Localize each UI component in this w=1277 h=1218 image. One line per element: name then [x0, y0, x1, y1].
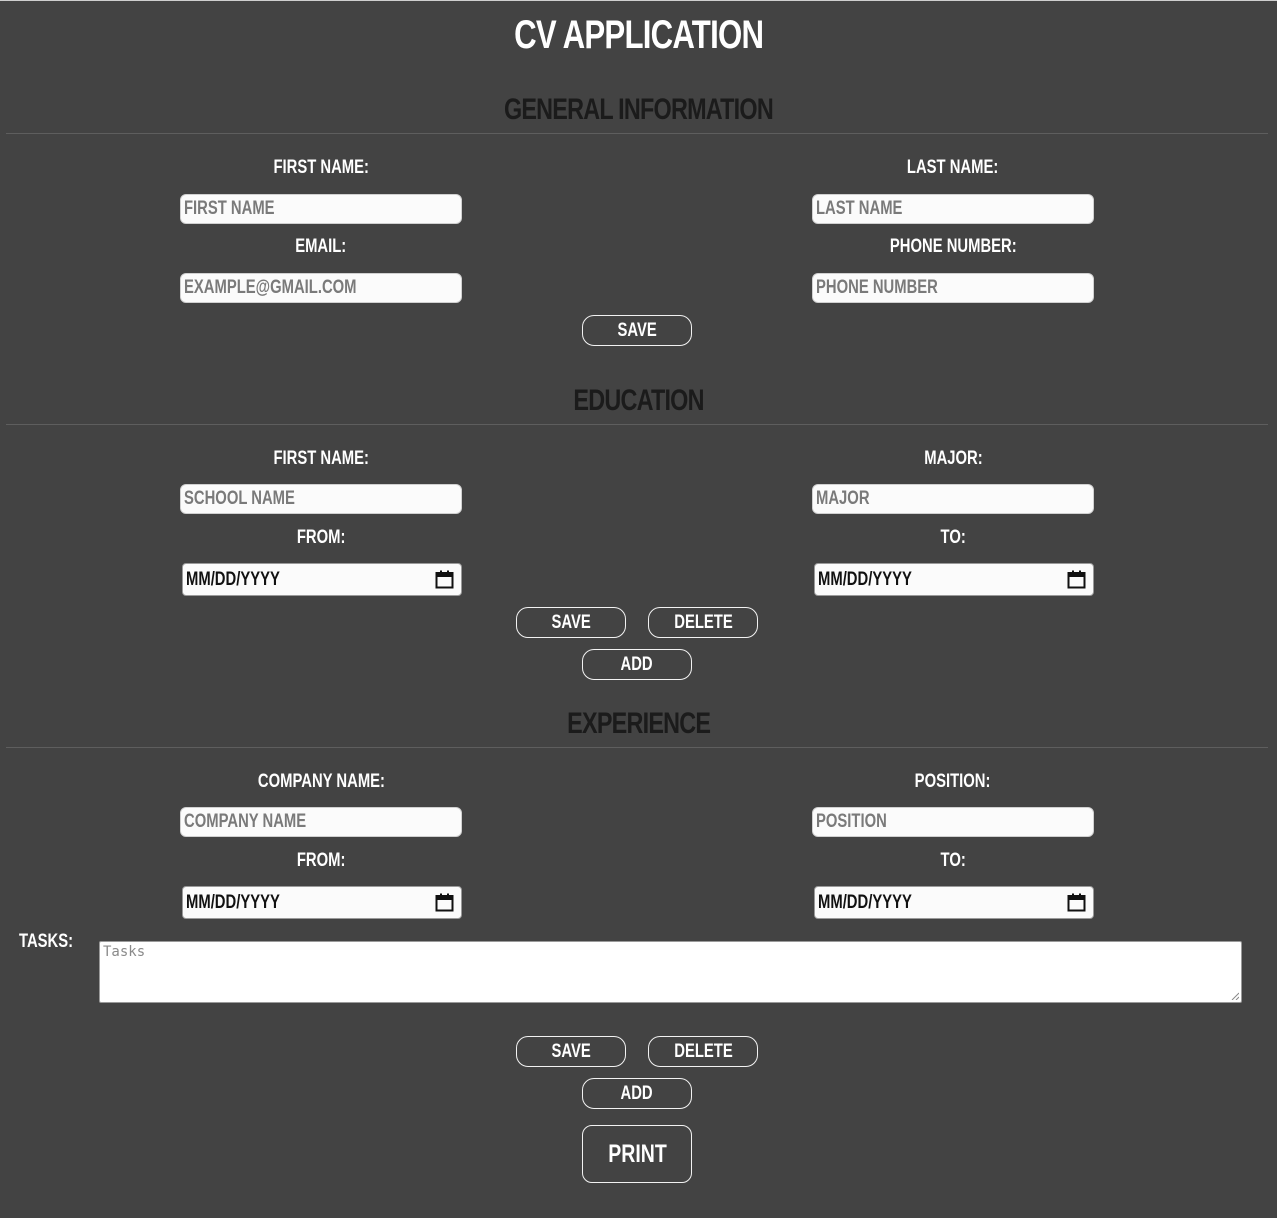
phone-input[interactable]: PHONE NUMBER	[812, 273, 1094, 303]
company-name-input[interactable]: COMPANY NAME	[180, 807, 462, 837]
phone-label: PHONE NUMBER:	[889, 236, 1017, 257]
calendar-icon[interactable]	[1067, 570, 1086, 589]
experience-section-title: EXPERIENCE	[566, 707, 711, 740]
calendar-icon[interactable]	[435, 570, 454, 589]
first-name-label: FIRST NAME:	[273, 157, 369, 178]
education-to-label: TO:	[940, 527, 966, 548]
general-section-title: GENERAL INFORMATION	[503, 93, 774, 126]
general-divider	[6, 133, 1268, 134]
education-to-date-input[interactable]: MM/DD/YYYY	[814, 563, 1094, 596]
education-section-title: EDUCATION	[573, 384, 704, 417]
education-add-button[interactable]: ADD	[582, 649, 692, 680]
education-delete-button[interactable]: DELETE	[648, 607, 758, 638]
experience-delete-button[interactable]: DELETE	[648, 1036, 758, 1067]
tasks-placeholder: Tasks	[103, 944, 146, 960]
experience-to-label: TO:	[940, 850, 966, 871]
school-name-input[interactable]: SCHOOL NAME	[180, 484, 462, 514]
major-input[interactable]: MAJOR	[812, 484, 1094, 514]
experience-save-button[interactable]: SAVE	[516, 1036, 626, 1067]
experience-to-date-input[interactable]: MM/DD/YYYY	[814, 886, 1094, 919]
education-from-date-input[interactable]: MM/DD/YYYY	[182, 563, 462, 596]
position-label: POSITION:	[915, 771, 991, 792]
last-name-label: LAST NAME:	[907, 157, 999, 178]
education-save-button[interactable]: SAVE	[516, 607, 626, 638]
experience-add-button[interactable]: ADD	[582, 1078, 692, 1109]
print-button[interactable]: PRINT	[582, 1125, 692, 1183]
last-name-input[interactable]: LAST NAME	[812, 194, 1094, 224]
calendar-icon[interactable]	[1067, 893, 1086, 912]
email-label: EMAIL:	[295, 236, 347, 257]
tasks-textarea[interactable]: Tasks	[99, 941, 1242, 1003]
experience-from-label: FROM:	[296, 850, 346, 871]
tasks-label: TASKS:	[19, 931, 74, 952]
experience-divider	[6, 747, 1268, 748]
major-label: MAJOR:	[923, 448, 983, 469]
email-input[interactable]: EXAMPLE@GMAIL.COM	[180, 273, 462, 303]
experience-from-date-input[interactable]: MM/DD/YYYY	[182, 886, 462, 919]
resize-grip-icon[interactable]	[1231, 992, 1239, 1000]
school-name-label: FIRST NAME:	[273, 448, 369, 469]
position-input[interactable]: POSITION	[812, 807, 1094, 837]
education-divider	[6, 424, 1268, 425]
company-name-label: COMPANY NAME:	[257, 771, 385, 792]
general-save-button[interactable]: SAVE	[582, 315, 692, 346]
calendar-icon[interactable]	[435, 893, 454, 912]
app-title: CV APPLICATION	[513, 13, 764, 57]
first-name-input[interactable]: FIRST NAME	[180, 194, 462, 224]
education-from-label: FROM:	[296, 527, 346, 548]
